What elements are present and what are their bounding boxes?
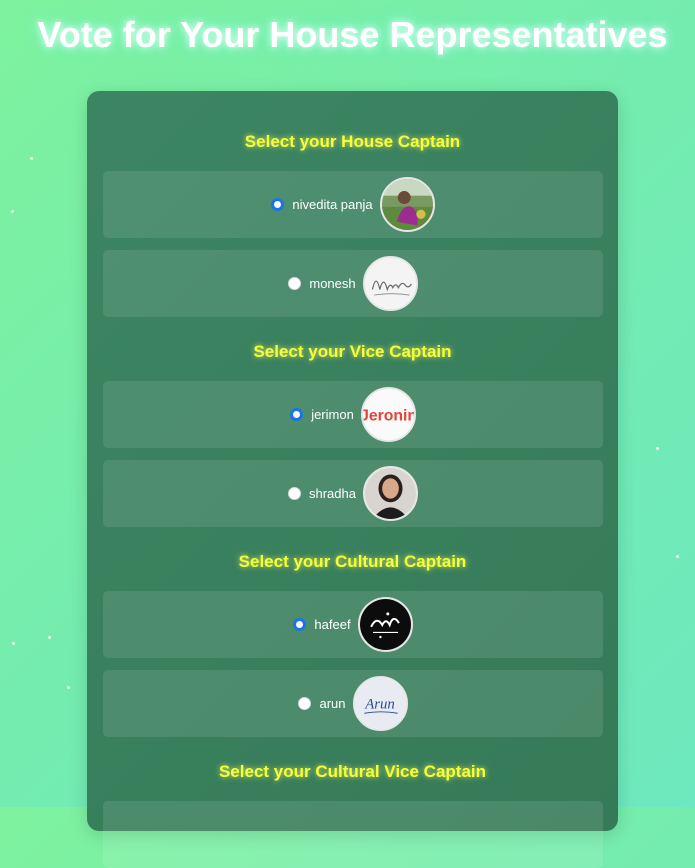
candidate-option-nivedita-panja[interactable]: nivedita panja bbox=[103, 171, 603, 238]
radio-button-selected[interactable] bbox=[290, 408, 304, 421]
page-title: Vote for Your House Representatives bbox=[37, 14, 668, 55]
signature-arun-icon: Arun bbox=[352, 676, 408, 731]
radio-button[interactable] bbox=[288, 487, 301, 500]
candidate-option-arun[interactable]: arun Arun bbox=[103, 670, 603, 737]
radio-button-selected[interactable] bbox=[271, 198, 285, 211]
photo-girl-portrait-icon bbox=[362, 466, 418, 521]
section-title-cultural-captain: Select your Cultural Captain bbox=[238, 552, 467, 571]
voting-form-card: Select your House Captain nivedita panja… bbox=[87, 91, 618, 868]
candidate-name: arun bbox=[319, 696, 346, 711]
sparkle-dot bbox=[30, 157, 33, 160]
sparkle-dot bbox=[11, 210, 14, 213]
photo-girl-garden-icon bbox=[379, 177, 435, 232]
candidate-name: shradha bbox=[309, 486, 356, 501]
radio-button[interactable] bbox=[288, 277, 302, 290]
candidate-name: nivedita panja bbox=[292, 197, 373, 212]
section-title-house-captain: Select your House Captain bbox=[244, 132, 461, 151]
sparkle-dot bbox=[48, 636, 51, 639]
candidate-option-hafeef[interactable]: hafeef bbox=[103, 591, 603, 658]
candidate-option-jerimon[interactable]: jerimon Jeronin bbox=[103, 381, 603, 448]
candidate-option-partial[interactable] bbox=[103, 801, 603, 868]
radio-button-selected[interactable] bbox=[293, 618, 307, 631]
avatar-text: Arun bbox=[364, 697, 395, 713]
arabic-calligraphy-icon bbox=[357, 597, 413, 652]
radio-button[interactable] bbox=[298, 697, 312, 710]
sparkle-dot bbox=[12, 642, 15, 645]
colorful-text-jeronin-icon: Jeronin bbox=[360, 387, 416, 442]
sparkle-dot bbox=[656, 447, 659, 450]
candidate-option-shradha[interactable]: shradha bbox=[103, 460, 603, 527]
sparkle-dot bbox=[676, 555, 679, 558]
section-title-vice-captain: Select your Vice Captain bbox=[253, 342, 452, 361]
section-title-cultural-vice-captain: Select your Cultural Vice Captain bbox=[218, 762, 487, 781]
sparkle-dot bbox=[67, 686, 70, 689]
candidate-name: jerimon bbox=[311, 407, 354, 422]
avatar-text: Jeronin bbox=[363, 408, 414, 425]
candidate-name: hafeef bbox=[314, 617, 351, 632]
signature-monesh-icon bbox=[362, 256, 418, 311]
candidate-name: monesh bbox=[309, 276, 356, 291]
candidate-option-monesh[interactable]: monesh bbox=[103, 250, 603, 317]
